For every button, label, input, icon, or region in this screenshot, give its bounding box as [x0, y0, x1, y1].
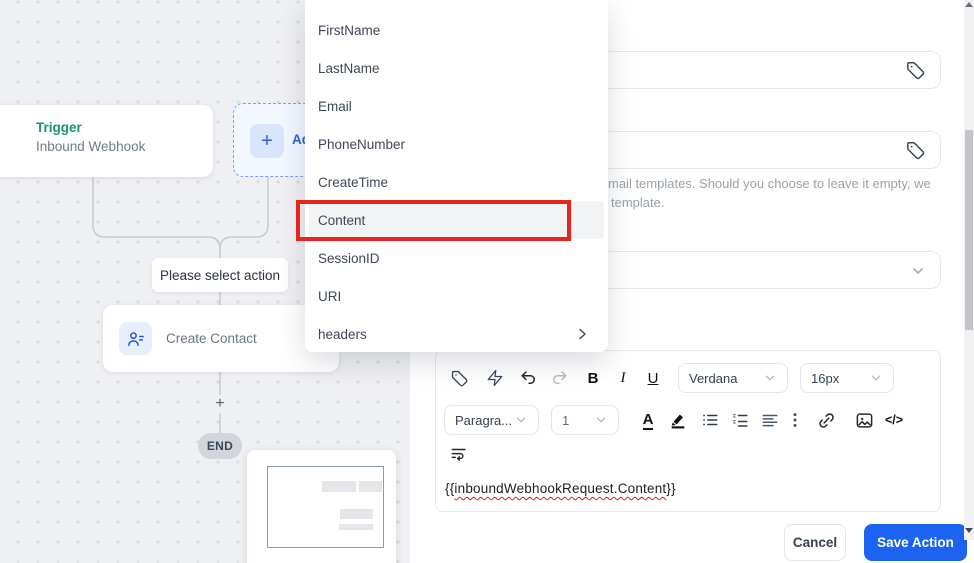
- webhook-fields-dropdown: FirstName LastName Email PhoneNumber Cre…: [305, 0, 608, 352]
- panel-scrollbar[interactable]: [964, 0, 974, 540]
- select-action-label: Please select action: [152, 258, 288, 292]
- cancel-button[interactable]: Cancel: [784, 524, 846, 561]
- chevron-down-icon: [910, 263, 926, 279]
- lightning-icon[interactable]: [480, 363, 510, 393]
- italic-button[interactable]: I: [608, 363, 638, 393]
- chevron-down-icon: [516, 417, 526, 423]
- menu-item-content[interactable]: Content: [309, 201, 604, 239]
- trigger-node[interactable]: Trigger Inbound Webhook: [0, 105, 213, 177]
- menu-item-uri[interactable]: URI: [309, 277, 604, 315]
- save-action-button[interactable]: Save Action: [864, 524, 967, 561]
- preview-frame: [267, 466, 384, 548]
- contact-icon: [119, 322, 152, 355]
- list-level-select[interactable]: 1: [551, 405, 619, 435]
- helper-text-line2: template.: [611, 195, 665, 210]
- paragraph-style-select[interactable]: Paragra...: [444, 405, 539, 435]
- insert-image-button[interactable]: [849, 405, 879, 435]
- create-contact-node[interactable]: Create Contact: [103, 305, 339, 372]
- menu-item-email[interactable]: Email: [309, 87, 604, 125]
- menu-item-lastname[interactable]: LastName: [309, 49, 604, 87]
- rich-text-editor: B I U Verdana 16px Paragra... 1 A </> {{…: [435, 350, 941, 512]
- highlight-color-button[interactable]: [663, 405, 693, 435]
- menu-item-firstname[interactable]: FirstName: [309, 11, 604, 49]
- end-badge: END: [198, 433, 242, 459]
- font-size-select[interactable]: 16px: [800, 363, 894, 393]
- insert-link-button[interactable]: [811, 405, 841, 435]
- trigger-subtitle: Inbound Webhook: [36, 139, 146, 154]
- editor-content-text[interactable]: {{inboundWebhookRequest.Content}}: [445, 481, 676, 496]
- tag-icon[interactable]: [905, 140, 926, 161]
- bullet-list-button[interactable]: [695, 405, 725, 435]
- underline-button[interactable]: U: [638, 363, 668, 393]
- helper-text-line1: mail templates. Should you choose to lea…: [608, 176, 931, 191]
- code-view-button[interactable]: </>: [879, 405, 909, 435]
- tag-icon[interactable]: [905, 60, 926, 81]
- add-step-plus-icon[interactable]: +: [211, 395, 229, 413]
- more-options-icon[interactable]: [785, 405, 805, 435]
- scroll-up-arrow[interactable]: [965, 2, 973, 7]
- menu-item-headers[interactable]: headers: [309, 315, 604, 353]
- trigger-title: Trigger: [36, 120, 82, 135]
- insert-tag-button[interactable]: [444, 363, 474, 393]
- workflow-editor-screen: Trigger Inbound Webhook + Add Please sel…: [0, 0, 974, 563]
- scrollbar-thumb[interactable]: [965, 130, 973, 330]
- text-color-button[interactable]: A: [633, 405, 663, 435]
- chevron-down-icon: [765, 375, 775, 381]
- partial-menu-item: [318, 0, 340, 3]
- chevron-right-icon: [574, 326, 590, 342]
- chevron-down-icon: [871, 375, 881, 381]
- bold-button[interactable]: B: [578, 363, 608, 393]
- align-text-button[interactable]: [755, 405, 785, 435]
- wrap-text-button[interactable]: [444, 439, 474, 469]
- chevron-down-icon: [596, 417, 606, 423]
- plus-icon: +: [250, 124, 284, 158]
- menu-item-createtime[interactable]: CreateTime: [309, 163, 604, 201]
- font-family-select[interactable]: Verdana: [678, 363, 788, 393]
- create-contact-label: Create Contact: [166, 331, 257, 346]
- redo-button[interactable]: [544, 363, 574, 393]
- undo-button[interactable]: [514, 363, 544, 393]
- menu-item-sessionid[interactable]: SessionID: [309, 239, 604, 277]
- preview-card: [247, 450, 396, 563]
- numbered-list-button[interactable]: [725, 405, 755, 435]
- scroll-down-arrow[interactable]: [965, 528, 973, 533]
- menu-item-phonenumber[interactable]: PhoneNumber: [309, 125, 604, 163]
